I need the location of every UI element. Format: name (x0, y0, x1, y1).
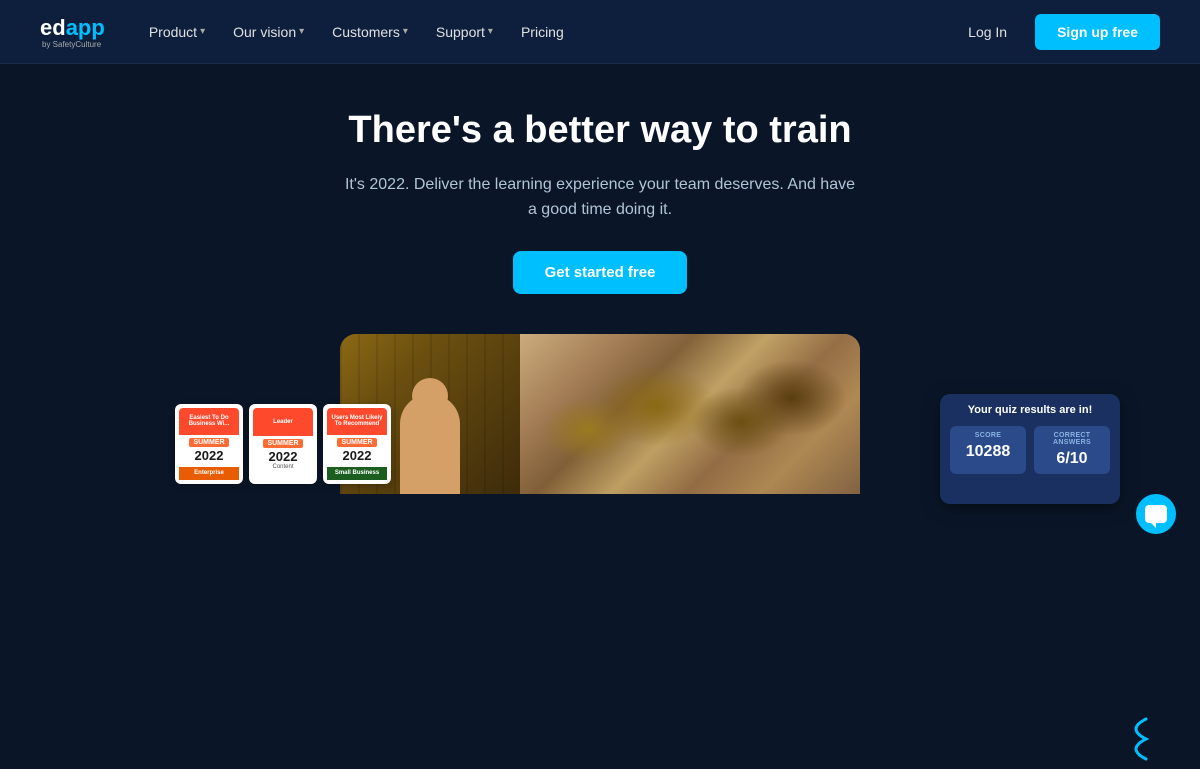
badge-main-recommend: SUMMER 2022 (337, 435, 376, 465)
nav-right: Log In Sign up free (956, 14, 1160, 50)
badge-enterprise-easiest: Enterprise (179, 467, 239, 480)
quiz-stat-correct: CORRECT ANSWERS 6/10 (1034, 426, 1110, 474)
chevron-down-icon: ▾ (488, 26, 493, 37)
badge-category-recommend: Small Business (327, 467, 387, 480)
quiz-correct-label: CORRECT ANSWERS (1038, 432, 1106, 446)
nav-item-support[interactable]: Support ▾ (424, 16, 505, 48)
badge-recommend: Users Most Likely To Recommend SUMMER 20… (323, 404, 391, 484)
logo-app: app (66, 15, 105, 41)
login-button[interactable]: Log In (956, 16, 1019, 48)
badge-leader: Leader SUMMER 2022 Content (249, 404, 317, 484)
people-overlay (520, 334, 860, 494)
hero-subtitle: It's 2022. Deliver the learning experien… (340, 172, 860, 223)
get-started-button[interactable]: Get started free (513, 251, 688, 294)
nav-item-our-vision[interactable]: Our vision ▾ (221, 16, 316, 48)
quiz-correct-value: 6/10 (1056, 450, 1087, 468)
badge-year-leader: 2022 (269, 449, 298, 464)
chat-icon (1145, 505, 1167, 523)
badge-main-easiest: SUMMER 2022 (189, 435, 228, 465)
quiz-stats: SCORE 10288 CORRECT ANSWERS 6/10 (950, 426, 1110, 474)
person-body (400, 394, 460, 494)
quiz-stat-score: SCORE 10288 (950, 426, 1026, 474)
nav-links: Product ▾ Our vision ▾ Customers ▾ Suppo… (137, 16, 956, 48)
logo-ed: ed (40, 15, 66, 41)
preview-card (340, 334, 860, 494)
navbar: ed app by SafetyCulture Product ▾ Our vi… (0, 0, 1200, 64)
preview-right-panel (520, 334, 860, 494)
badge-season-easiest: SUMMER (189, 438, 228, 447)
chevron-down-icon: ▾ (299, 26, 304, 37)
nav-item-customers[interactable]: Customers ▾ (320, 16, 420, 48)
nav-item-pricing[interactable]: Pricing (509, 16, 576, 48)
quiz-score-value: 10288 (966, 443, 1011, 461)
signup-button[interactable]: Sign up free (1035, 14, 1160, 50)
logo-subtitle: by SafetyCulture (42, 41, 105, 49)
quiz-results-card: Your quiz results are in! SCORE 10288 CO… (940, 394, 1120, 504)
badge-top-leader: Leader (253, 408, 313, 436)
chat-bubble-button[interactable] (1136, 494, 1176, 534)
badge-easiest: Easiest To Do Business Wi... SUMMER 2022… (175, 404, 243, 484)
badge-main-leader: SUMMER 2022 Content (263, 436, 302, 480)
nav-item-product[interactable]: Product ▾ (137, 16, 217, 48)
hero-title: There's a better way to train (348, 108, 851, 154)
badge-year-easiest: 2022 (195, 448, 224, 463)
preview-area: Easiest To Do Business Wi... SUMMER 2022… (0, 334, 1200, 494)
badge-top-recommend: Users Most Likely To Recommend (327, 408, 387, 435)
quiz-card-title: Your quiz results are in! (950, 404, 1110, 416)
badge-season-recommend: SUMMER (337, 438, 376, 447)
badge-season-leader: SUMMER (263, 439, 302, 448)
hero-section: There's a better way to train It's 2022.… (0, 64, 1200, 494)
g2-badges: Easiest To Do Business Wi... SUMMER 2022… (175, 404, 391, 484)
chevron-down-icon: ▾ (200, 26, 205, 37)
chevron-down-icon: ▾ (403, 26, 408, 37)
squiggle-decoration (1116, 714, 1156, 764)
badge-year-recommend: 2022 (343, 448, 372, 463)
quiz-score-label: SCORE (975, 432, 1001, 439)
badge-top-easiest: Easiest To Do Business Wi... (179, 408, 239, 435)
badge-category-leader: Content (272, 464, 293, 470)
logo[interactable]: ed app by SafetyCulture (40, 15, 105, 49)
